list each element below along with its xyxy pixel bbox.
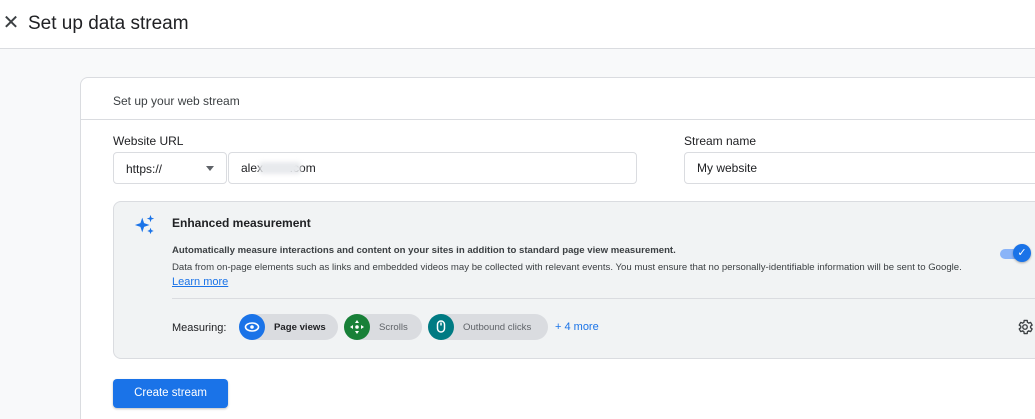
stream-name-input[interactable]: [697, 153, 1020, 183]
chip-outbound-clicks: Outbound clicks: [428, 314, 548, 340]
chip-label: Page views: [274, 322, 326, 333]
enhanced-measurement-title: Enhanced measurement: [172, 216, 311, 230]
enhanced-measurement-summary: Automatically measure interactions and c…: [172, 245, 676, 256]
website-url-field[interactable]: [228, 152, 637, 184]
sparkle-icon: [134, 214, 155, 235]
gear-icon[interactable]: [1016, 318, 1034, 336]
card-header: Set up your web stream: [81, 78, 1035, 120]
stream-setup-card: Set up your web stream Website URL https…: [80, 77, 1035, 419]
enhanced-measurement-toggle[interactable]: ✓: [1000, 244, 1031, 262]
enhanced-measurement-panel: Enhanced measurement Automatically measu…: [113, 201, 1035, 359]
website-url-label: Website URL: [113, 134, 184, 148]
chevron-down-icon: [206, 166, 214, 171]
page-title: Set up data stream: [28, 13, 189, 34]
enhanced-measurement-description: Data from on-page elements such as links…: [172, 260, 982, 290]
stream-name-field[interactable]: [684, 152, 1035, 184]
chip-label: Scrolls: [379, 322, 408, 333]
chip-page-views: Page views: [239, 314, 338, 340]
protocol-select[interactable]: https://: [113, 152, 227, 184]
measuring-label: Measuring:: [172, 322, 227, 334]
close-icon[interactable]: ✕: [0, 12, 22, 34]
mouse-icon: [428, 314, 454, 340]
eye-icon: [239, 314, 265, 340]
top-bar: ✕ Set up data stream: [0, 0, 1035, 49]
divider: [172, 298, 1035, 299]
protocol-value: https://: [126, 162, 163, 176]
description-text: Data from on-page elements such as links…: [172, 262, 962, 273]
chip-scrolls: Scrolls: [344, 314, 422, 340]
checkmark-icon: ✓: [1013, 244, 1031, 262]
stream-name-label: Stream name: [684, 134, 757, 148]
redacted-text: [259, 162, 301, 174]
create-stream-button[interactable]: Create stream: [113, 379, 228, 408]
card-heading: Set up your web stream: [113, 94, 240, 108]
crosshair-icon: [344, 314, 370, 340]
more-measurements-link[interactable]: + 4 more: [555, 321, 599, 333]
chip-label: Outbound clicks: [463, 322, 532, 333]
learn-more-link[interactable]: Learn more: [172, 276, 228, 288]
